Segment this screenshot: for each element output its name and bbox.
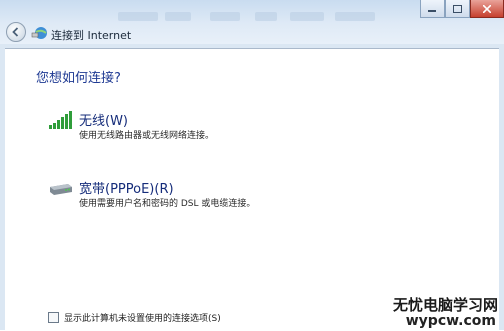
option-wireless-label: 无线(W) bbox=[79, 114, 128, 129]
watermark-url: wypcw.com bbox=[405, 313, 496, 329]
close-icon bbox=[482, 4, 491, 13]
close-button[interactable] bbox=[469, 0, 504, 18]
checkbox-label: 显示此计算机未设置使用的连接选项(S) bbox=[64, 314, 221, 324]
window-title: 连接到 Internet bbox=[51, 29, 132, 42]
minimize-button[interactable] bbox=[420, 0, 445, 18]
dialog-window: 连接到 Internet bbox=[0, 0, 504, 331]
show-unconfigured-options-checkbox[interactable]: 显示此计算机未设置使用的连接选项(S) bbox=[48, 311, 221, 324]
network-globe-icon bbox=[31, 27, 47, 39]
back-button[interactable] bbox=[6, 22, 26, 42]
option-broadband[interactable]: 宽带(PPPoE)(R) 使用需要用户名和密码的 DSL 或电缆连接。 bbox=[48, 178, 308, 214]
option-broadband-label: 宽带(PPPoE)(R) bbox=[79, 182, 174, 197]
option-wireless-description: 使用无线路由器或无线网络连接。 bbox=[79, 131, 215, 141]
title-bar: 连接到 Internet bbox=[0, 0, 504, 44]
back-arrow-icon bbox=[12, 27, 19, 37]
page-heading: 您想如何连接? bbox=[36, 71, 121, 86]
maximize-icon bbox=[452, 4, 462, 13]
checkbox-box[interactable] bbox=[48, 312, 59, 323]
window-controls bbox=[420, 0, 504, 18]
minimize-icon bbox=[428, 9, 437, 12]
option-wireless[interactable]: 无线(W) 使用无线路由器或无线网络连接。 bbox=[48, 110, 308, 146]
wireless-signal-icon bbox=[49, 111, 72, 129]
broadband-modem-icon bbox=[50, 184, 72, 195]
watermark-site-name: 无忧电脑学习网 bbox=[392, 296, 498, 314]
maximize-button[interactable] bbox=[444, 0, 470, 18]
option-broadband-description: 使用需要用户名和密码的 DSL 或电缆连接。 bbox=[79, 199, 256, 209]
